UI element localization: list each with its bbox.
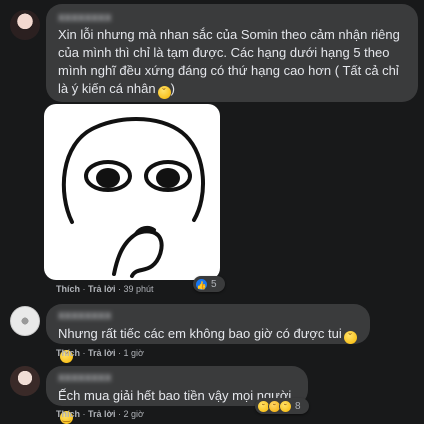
reaction-summary[interactable]: 👍 5 (193, 276, 225, 292)
comment-actions: Thích · Trả lời · 1 giờ (56, 347, 144, 359)
comment-author[interactable]: xxxxxxxx (58, 308, 358, 322)
comment-author[interactable]: xxxxxxxx (58, 10, 406, 24)
avatar[interactable] (10, 306, 40, 336)
reply-link[interactable]: Trả lời (88, 283, 115, 295)
avatar[interactable] (10, 366, 40, 396)
separator: · (117, 348, 121, 358)
reply-link[interactable]: Trả lời (88, 347, 115, 359)
comment-author[interactable]: xxxxxxxx (58, 370, 296, 384)
laughing-emoji-icon: ˘ (157, 86, 171, 99)
avatar[interactable] (10, 10, 40, 40)
comment-sticker[interactable] (44, 104, 220, 280)
comment-actions: Thích · Trả lời · 2 giờ (56, 408, 144, 420)
like-icon: 👍 (195, 277, 208, 291)
rofl-emoji-icon: ˘ (343, 331, 357, 344)
meme-face-sticker-icon (61, 117, 205, 278)
separator: · (117, 284, 121, 294)
reaction-summary[interactable]: ˘ ˘ ˘ 8 (255, 398, 309, 414)
separator: · (82, 409, 86, 419)
reaction-count: 8 (295, 400, 301, 412)
comment-actions: Thích · Trả lời · 39 phút (56, 283, 154, 295)
comment-bubble: xxxxxxxx Xin lỗi nhưng mà nhan sắc của S… (46, 4, 418, 102)
timestamp[interactable]: 1 giờ (123, 347, 143, 359)
reaction-count: 5 (211, 278, 217, 290)
haha-icon: ˘ (279, 399, 292, 413)
like-link[interactable]: Thích (56, 283, 80, 295)
like-link[interactable]: Thích (56, 347, 80, 359)
reply-link[interactable]: Trả lời (88, 408, 115, 420)
separator: · (117, 409, 121, 419)
like-link[interactable]: Thích (56, 408, 80, 420)
comment-bubble: xxxxxxxx Nhưng rất tiếc các em không bao… (46, 304, 370, 363)
comment-text: Xin lỗi nhưng mà nhan sắc của Somin theo… (58, 27, 400, 99)
timestamp[interactable]: 39 phút (123, 283, 153, 295)
separator: · (82, 284, 86, 294)
separator: · (82, 348, 86, 358)
timestamp[interactable]: 2 giờ (123, 408, 143, 420)
